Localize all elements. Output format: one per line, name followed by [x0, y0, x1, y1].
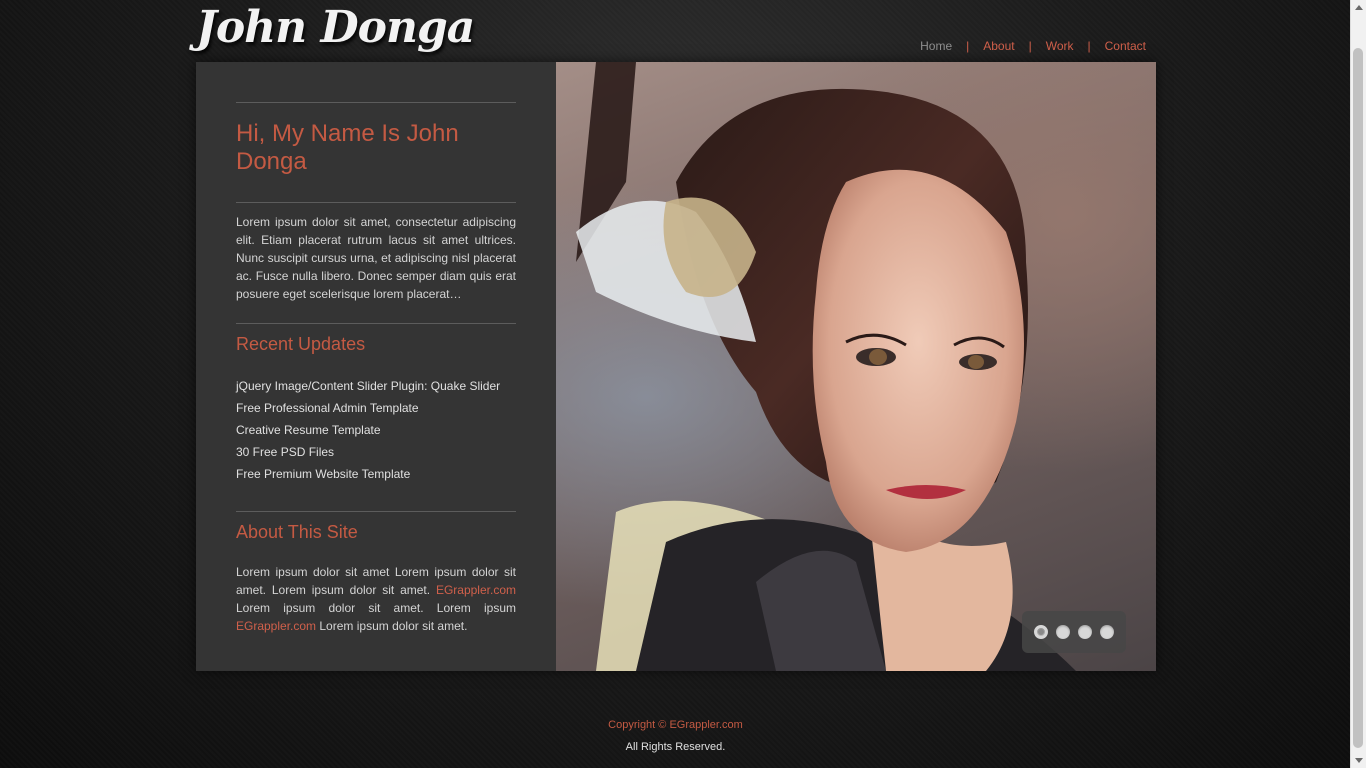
about-title: About This Site: [236, 522, 358, 542]
about-text: Lorem ipsum dolor sit amet Lorem ipsum d…: [236, 563, 516, 635]
footer-copyright: Copyright © EGrappler.com: [0, 714, 1351, 736]
sidebar: Hi, My Name Is John Donga Lorem ipsum do…: [196, 62, 556, 671]
about-text-part: Lorem ipsum dolor sit amet. Lorem ipsum: [236, 601, 516, 615]
nav-contact[interactable]: Contact: [1105, 39, 1146, 53]
slider-dot-1[interactable]: [1034, 625, 1048, 639]
divider: [236, 511, 516, 512]
intro-text: Lorem ipsum dolor sit amet, consectetur …: [236, 215, 516, 301]
scroll-down-arrow-icon[interactable]: [1351, 753, 1366, 768]
portrait-image: [576, 62, 1076, 671]
update-link[interactable]: Free Professional Admin Template: [236, 401, 419, 415]
update-link[interactable]: jQuery Image/Content Slider Plugin: Quak…: [236, 379, 500, 393]
list-item: jQuery Image/Content Slider Plugin: Quak…: [236, 375, 516, 397]
scroll-up-arrow-icon[interactable]: [1351, 0, 1366, 15]
list-item: Free Professional Admin Template: [236, 397, 516, 419]
slider-dot-3[interactable]: [1078, 625, 1092, 639]
egrappler-link[interactable]: EGrappler.com: [236, 619, 316, 633]
slider-pager: [1022, 611, 1126, 653]
image-slider[interactable]: [556, 62, 1156, 671]
main-nav: Home | About | Work | Contact: [920, 39, 1146, 53]
update-link[interactable]: 30 Free PSD Files: [236, 445, 334, 459]
nav-about[interactable]: About: [983, 39, 1014, 53]
update-link[interactable]: Free Premium Website Template: [236, 467, 410, 481]
intro-title: Hi, My Name Is John Donga: [236, 120, 459, 175]
slider-dot-2[interactable]: [1056, 625, 1070, 639]
footer: Copyright © EGrappler.com All Rights Res…: [0, 714, 1351, 758]
slider-dot-4[interactable]: [1100, 625, 1114, 639]
footer-rights: All Rights Reserved.: [625, 741, 726, 753]
slide-photo: [556, 62, 1156, 671]
nav-separator: |: [1028, 39, 1032, 53]
nav-separator: |: [966, 39, 970, 53]
divider: [236, 202, 516, 203]
main-content: Hi, My Name Is John Donga Lorem ipsum do…: [196, 62, 1156, 671]
footer-link[interactable]: EGrappler.com: [669, 719, 742, 731]
list-item: Creative Resume Template: [236, 419, 516, 441]
scrollbar-thumb[interactable]: [1353, 48, 1363, 748]
nav-work[interactable]: Work: [1046, 39, 1074, 53]
copyright-label: Copyright ©: [608, 719, 670, 731]
nav-separator: |: [1087, 39, 1091, 53]
about-text-part: Lorem ipsum dolor sit amet.: [316, 619, 468, 633]
nav-home[interactable]: Home: [920, 39, 952, 53]
update-link[interactable]: Creative Resume Template: [236, 423, 381, 437]
updates-list: jQuery Image/Content Slider Plugin: Quak…: [236, 375, 516, 485]
list-item: Free Premium Website Template: [236, 463, 516, 485]
egrappler-link[interactable]: EGrappler.com: [436, 583, 516, 597]
list-item: 30 Free PSD Files: [236, 441, 516, 463]
site-logo[interactable]: John Donga: [196, 2, 475, 53]
divider: [236, 323, 516, 324]
updates-title: Recent Updates: [236, 334, 366, 354]
vertical-scrollbar[interactable]: [1350, 0, 1366, 768]
divider: [236, 102, 516, 103]
